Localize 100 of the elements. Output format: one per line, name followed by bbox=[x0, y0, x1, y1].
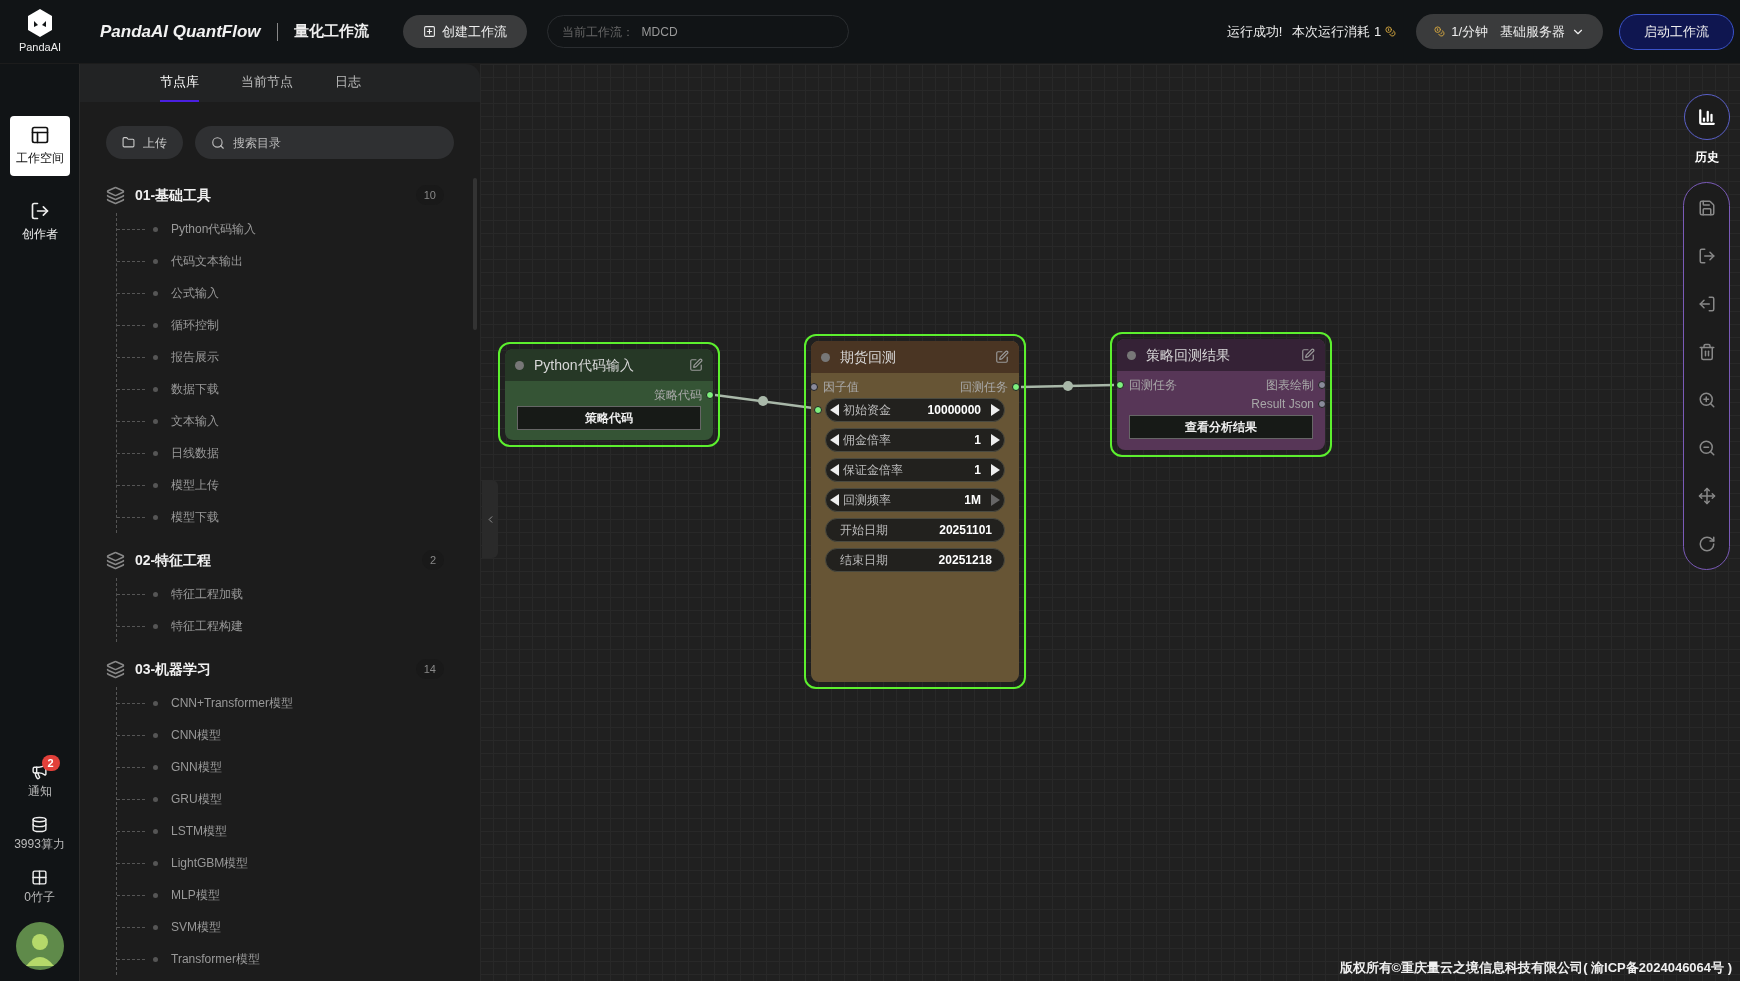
avatar[interactable] bbox=[15, 922, 64, 970]
coin-icon bbox=[1434, 26, 1446, 37]
param-value: 20251101 bbox=[939, 522, 992, 539]
collapse-handle[interactable] bbox=[482, 480, 498, 558]
edit-icon[interactable] bbox=[1301, 348, 1315, 362]
param-value: 10000000 bbox=[927, 402, 981, 419]
port-label: 回测任务 bbox=[1129, 376, 1177, 394]
node-card[interactable]: 期货回测 因子值 回测任务 初始资金 10000000 佣金倍率 1 保证金倍率 1 回测频率 1M 开始日期 20251101 结束日期 20251218 bbox=[804, 334, 1026, 689]
param-field[interactable]: 结束日期 20251218 bbox=[825, 548, 1005, 572]
save-icon[interactable] bbox=[1697, 199, 1716, 217]
tree-item[interactable]: CNN模型 bbox=[171, 726, 221, 744]
export-icon[interactable] bbox=[1697, 247, 1716, 265]
group-title[interactable]: 01-基础工具 bbox=[135, 184, 406, 206]
decrement-arrow-icon[interactable] bbox=[830, 494, 839, 506]
param-label: 佣金倍率 bbox=[843, 432, 892, 449]
layers-icon bbox=[106, 185, 125, 205]
tree-item[interactable]: LightGBM模型 bbox=[171, 854, 249, 872]
logo-text: PandaAI bbox=[18, 40, 62, 56]
node-title: 策略回测结果 bbox=[1146, 345, 1231, 365]
param-label: 保证金倍率 bbox=[843, 462, 904, 479]
tree-item[interactable]: 日线数据 bbox=[171, 444, 219, 462]
node-action-button[interactable]: 策略代码 bbox=[517, 406, 701, 430]
rail-item[interactable]: 工作空间 bbox=[9, 116, 70, 176]
node-card[interactable]: 策略回测结果 回测任务 图表绘制 Result Json 查看分析结果 bbox=[1110, 332, 1332, 457]
upload-button[interactable]: 上传 bbox=[106, 126, 183, 159]
tree-item[interactable]: 特征工程构建 bbox=[171, 617, 243, 635]
param-field[interactable]: 佣金倍率 1 bbox=[825, 428, 1005, 452]
param-value: 1 bbox=[974, 432, 981, 449]
group-title[interactable]: 03-机器学习 bbox=[135, 658, 406, 680]
workspace-icon bbox=[29, 125, 50, 145]
delete-icon[interactable] bbox=[1697, 343, 1716, 361]
search-field[interactable]: 搜索目录 bbox=[195, 126, 454, 159]
group-title[interactable]: 02-特征工程 bbox=[135, 549, 412, 571]
tree-item[interactable]: 数据下载 bbox=[171, 380, 219, 398]
param-label: 开始日期 bbox=[840, 522, 889, 539]
tree-item[interactable]: CNN+Transformer模型 bbox=[171, 694, 293, 712]
add-icon bbox=[422, 25, 436, 38]
move-icon[interactable] bbox=[1697, 487, 1716, 505]
notice-icon bbox=[31, 763, 48, 780]
tree-item[interactable]: 文本输入 bbox=[171, 412, 219, 430]
rail-item[interactable]: 3993算力 bbox=[14, 816, 65, 853]
count-badge: 10 bbox=[415, 185, 444, 205]
rail-item[interactable]: 创作者 bbox=[9, 192, 70, 252]
param-field[interactable]: 初始资金 10000000 bbox=[825, 398, 1005, 422]
decrement-arrow-icon[interactable] bbox=[830, 434, 839, 446]
param-label: 初始资金 bbox=[843, 402, 892, 419]
tree-item[interactable]: 特征工程加载 bbox=[171, 585, 243, 603]
count-badge: 14 bbox=[415, 659, 444, 679]
port-label: 回测任务 bbox=[960, 378, 1008, 396]
refresh-icon[interactable] bbox=[1697, 535, 1716, 553]
notification-badge: 2 bbox=[41, 755, 60, 771]
tree-item[interactable]: Python代码输入 bbox=[171, 220, 257, 238]
run-cost: 本次运行消耗 1 bbox=[1292, 22, 1382, 41]
port-label: 策略代码 bbox=[654, 386, 702, 404]
tree-item[interactable]: GNN模型 bbox=[171, 758, 222, 776]
import-icon[interactable] bbox=[1697, 295, 1716, 313]
port-label: 因子值 bbox=[823, 378, 859, 396]
tree-item[interactable]: 模型下载 bbox=[171, 508, 219, 526]
tree-item[interactable]: 代码文本输出 bbox=[171, 252, 243, 270]
param-label: 回测频率 bbox=[843, 492, 892, 509]
node-card[interactable]: Python代码输入 策略代码 策略代码 bbox=[498, 342, 720, 447]
param-value: 1M bbox=[964, 492, 981, 509]
rail-item[interactable]: 0竹子 bbox=[24, 869, 55, 906]
param-field[interactable]: 保证金倍率 1 bbox=[825, 458, 1005, 482]
history-button[interactable] bbox=[1683, 94, 1730, 140]
node-title: 期货回测 bbox=[840, 347, 897, 367]
count-badge: 2 bbox=[421, 550, 444, 570]
port-label: Result Json bbox=[1251, 395, 1314, 413]
create-workflow-button[interactable]: 创建工作流 bbox=[402, 15, 527, 48]
folder-icon bbox=[122, 136, 135, 149]
tree-item[interactable]: 公式输入 bbox=[171, 284, 219, 302]
param-label: 结束日期 bbox=[840, 552, 889, 569]
node-title: Python代码输入 bbox=[534, 355, 635, 375]
sidebar-tab[interactable]: 当前节点 bbox=[240, 64, 293, 102]
tree-item[interactable]: 模型上传 bbox=[171, 476, 219, 494]
zoom-out-icon[interactable] bbox=[1697, 439, 1716, 457]
layers-icon bbox=[106, 659, 125, 679]
tree-item[interactable]: 循环控制 bbox=[171, 316, 219, 334]
param-field[interactable]: 回测频率 1M bbox=[825, 488, 1005, 512]
node-action-button[interactable]: 查看分析结果 bbox=[1129, 415, 1313, 439]
tree-item[interactable]: Transformer模型 bbox=[171, 950, 260, 968]
tree-item[interactable]: SVM模型 bbox=[171, 918, 221, 936]
server-select[interactable]: 1/分钟 基础服务器 bbox=[1416, 14, 1603, 49]
decrement-arrow-icon[interactable] bbox=[830, 464, 839, 476]
zoom-in-icon[interactable] bbox=[1697, 391, 1716, 409]
copyright-text: 版权所有©重庆量云之境信息科技有限公司( 渝ICP备2024046064号 ) bbox=[1339, 958, 1732, 977]
param-field[interactable]: 开始日期 20251101 bbox=[825, 518, 1005, 542]
tree-item[interactable]: MLP模型 bbox=[171, 886, 220, 904]
tree-item[interactable]: 报告展示 bbox=[171, 348, 219, 366]
start-workflow-button[interactable]: 启动工作流 bbox=[1619, 13, 1734, 50]
sidebar-tab[interactable]: 日志 bbox=[334, 64, 361, 102]
edit-icon[interactable] bbox=[995, 350, 1009, 364]
tree-item[interactable]: GRU模型 bbox=[171, 790, 222, 808]
coin-icon bbox=[1385, 26, 1397, 37]
tree-item[interactable]: LSTM模型 bbox=[171, 822, 227, 840]
history-label: 历史 bbox=[1694, 149, 1719, 166]
decrement-arrow-icon[interactable] bbox=[830, 404, 839, 416]
app-subtitle: 量化工作流 bbox=[293, 21, 369, 42]
sidebar-tab[interactable]: 节点库 bbox=[159, 64, 199, 102]
edit-icon[interactable] bbox=[689, 358, 703, 372]
